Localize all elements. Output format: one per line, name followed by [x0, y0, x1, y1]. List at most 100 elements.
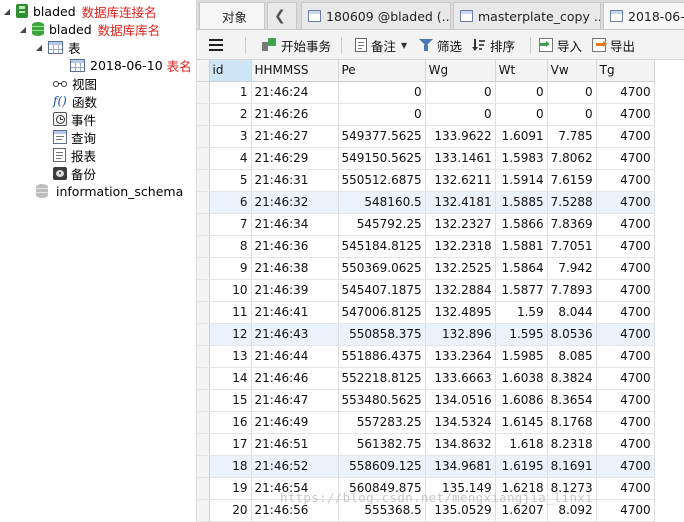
row-header[interactable] — [197, 477, 210, 500]
cell-hhmmss[interactable]: 21:46:31 — [251, 169, 339, 192]
cell-hhmmss[interactable]: 21:46:47 — [251, 389, 339, 412]
cell-wt[interactable]: 0 — [495, 81, 548, 104]
row-header[interactable] — [197, 455, 210, 478]
cell-pe[interactable]: 549150.5625 — [338, 147, 426, 170]
row-header[interactable] — [197, 147, 210, 170]
tree-node-table-2018-06-10[interactable]: 2018-06-10 表名 — [70, 56, 192, 74]
cell-vw[interactable]: 7.942 — [547, 257, 597, 280]
cell-tg[interactable]: 4700 — [596, 147, 655, 170]
export-button[interactable]: 导出 — [592, 35, 635, 55]
cell-wg[interactable]: 132.2884 — [425, 279, 496, 302]
cell-wg[interactable]: 132.2327 — [425, 213, 496, 236]
cell-pe[interactable]: 552218.8125 — [338, 367, 426, 390]
cell-tg[interactable]: 4700 — [596, 389, 655, 412]
cell-id[interactable]: 8 — [209, 235, 252, 258]
cell-wt[interactable]: 1.5885 — [495, 191, 548, 214]
row-header[interactable] — [197, 499, 210, 522]
cell-hhmmss[interactable]: 21:46:26 — [251, 103, 339, 126]
cell-id[interactable]: 4 — [209, 147, 252, 170]
table-row[interactable]: 13 21:46:44 551886.4375 133.2364 1.5985 8.085… — [197, 345, 655, 368]
tree-node-tables[interactable]: ◢ 表 — [34, 38, 81, 56]
table-row[interactable]: 8 21:46:36 545184.8125 132.2318 1.5881 7.7051… — [197, 235, 655, 258]
tree-node-information-schema[interactable]: information_schema — [36, 182, 183, 200]
tree-node-database[interactable]: ◢ bladed 数据库库名 — [18, 20, 160, 38]
cell-wt[interactable]: 1.595 — [495, 323, 548, 346]
column-header-wg[interactable]: Wg — [425, 60, 496, 82]
row-header[interactable] — [197, 433, 210, 456]
cell-tg[interactable]: 4700 — [596, 345, 655, 368]
row-header[interactable] — [197, 125, 210, 148]
cell-pe[interactable]: 547006.8125 — [338, 301, 426, 324]
column-header-pe[interactable]: Pe — [338, 60, 426, 82]
cell-hhmmss[interactable]: 21:46:49 — [251, 411, 339, 434]
cell-pe[interactable]: 550512.6875 — [338, 169, 426, 192]
tab-objects[interactable]: 对象 — [199, 2, 265, 29]
table-row[interactable]: 10 21:46:39 545407.1875 132.2884 1.5877 7.789… — [197, 279, 655, 302]
cell-wg[interactable]: 133.1461 — [425, 147, 496, 170]
expand-arrow-icon[interactable]: ◢ — [2, 7, 12, 16]
cell-hhmmss[interactable]: 21:46:36 — [251, 235, 339, 258]
cell-vw[interactable]: 8.0536 — [547, 323, 597, 346]
tab-masterplate-copy[interactable]: masterplate_copy ... — [453, 2, 601, 29]
sort-button[interactable]: 排序 — [472, 35, 515, 55]
table-row[interactable]: 1 21:46:24 0 0 0 0 4700 — [197, 81, 655, 104]
cell-wg[interactable]: 132.2525 — [425, 257, 496, 280]
cell-hhmmss[interactable]: 21:46:24 — [251, 81, 339, 104]
expand-arrow-icon[interactable]: ◢ — [18, 25, 28, 34]
column-header-vw[interactable]: Vw — [547, 60, 597, 82]
cell-vw[interactable]: 8.1768 — [547, 411, 597, 434]
row-header[interactable] — [197, 301, 210, 324]
cell-vw[interactable]: 8.3824 — [547, 367, 597, 390]
cell-pe[interactable]: 549377.5625 — [338, 125, 426, 148]
cell-wt[interactable]: 1.6086 — [495, 389, 548, 412]
cell-hhmmss[interactable]: 21:46:29 — [251, 147, 339, 170]
cell-vw[interactable]: 8.085 — [547, 345, 597, 368]
row-header[interactable] — [197, 191, 210, 214]
cell-id[interactable]: 16 — [209, 411, 252, 434]
cell-vw[interactable]: 0 — [547, 81, 597, 104]
cell-wt[interactable]: 1.6091 — [495, 125, 548, 148]
cell-hhmmss[interactable]: 21:46:54 — [251, 477, 339, 500]
row-header[interactable] — [197, 103, 210, 126]
cell-hhmmss[interactable]: 21:46:44 — [251, 345, 339, 368]
cell-wg[interactable]: 134.8632 — [425, 433, 496, 456]
cell-id[interactable]: 11 — [209, 301, 252, 324]
cell-wg[interactable]: 132.4895 — [425, 301, 496, 324]
tree-node-queries[interactable]: 查询 — [53, 128, 96, 146]
cell-vw[interactable]: 0 — [547, 103, 597, 126]
cell-id[interactable]: 18 — [209, 455, 252, 478]
table-row[interactable]: 7 21:46:34 545792.25 132.2327 1.5866 7.8369 47… — [197, 213, 655, 236]
cell-tg[interactable]: 4700 — [596, 257, 655, 280]
row-header[interactable] — [197, 235, 210, 258]
cell-hhmmss[interactable]: 21:46:34 — [251, 213, 339, 236]
cell-wt[interactable]: 1.6038 — [495, 367, 548, 390]
cell-hhmmss[interactable]: 21:46:39 — [251, 279, 339, 302]
cell-tg[interactable]: 4700 — [596, 499, 655, 522]
cell-pe[interactable]: 545407.1875 — [338, 279, 426, 302]
cell-id[interactable]: 15 — [209, 389, 252, 412]
cell-hhmmss[interactable]: 21:46:46 — [251, 367, 339, 390]
cell-id[interactable]: 6 — [209, 191, 252, 214]
cell-vw[interactable]: 8.092 — [547, 499, 597, 522]
cell-hhmmss[interactable]: 21:46:56 — [251, 499, 339, 522]
cell-wg[interactable]: 135.0529 — [425, 499, 496, 522]
cell-tg[interactable]: 4700 — [596, 103, 655, 126]
cell-wt[interactable]: 1.6145 — [495, 411, 548, 434]
cell-wg[interactable]: 133.6663 — [425, 367, 496, 390]
cell-vw[interactable]: 8.1273 — [547, 477, 597, 500]
cell-pe[interactable]: 561382.75 — [338, 433, 426, 456]
table-row[interactable]: 17 21:46:51 561382.75 134.8632 1.618 8.2318 47… — [197, 433, 655, 456]
cell-vw[interactable]: 8.2318 — [547, 433, 597, 456]
table-row[interactable]: 12 21:46:43 550858.375 132.896 1.595 8.0536 47… — [197, 323, 655, 346]
cell-id[interactable]: 10 — [209, 279, 252, 302]
cell-wt[interactable]: 1.5985 — [495, 345, 548, 368]
tree-node-events[interactable]: 事件 — [53, 110, 96, 128]
cell-vw[interactable]: 7.7051 — [547, 235, 597, 258]
table-row[interactable]: 4 21:46:29 549150.5625 133.1461 1.5983 7.8062… — [197, 147, 655, 170]
cell-id[interactable]: 2 — [209, 103, 252, 126]
cell-tg[interactable]: 4700 — [596, 125, 655, 148]
menu-button[interactable] — [209, 35, 223, 55]
table-row[interactable]: 20 21:46:56 555368.5 135.0529 1.6207 8.092 470… — [197, 499, 655, 522]
cell-wt[interactable]: 0 — [495, 103, 548, 126]
cell-wt[interactable]: 1.5877 — [495, 279, 548, 302]
